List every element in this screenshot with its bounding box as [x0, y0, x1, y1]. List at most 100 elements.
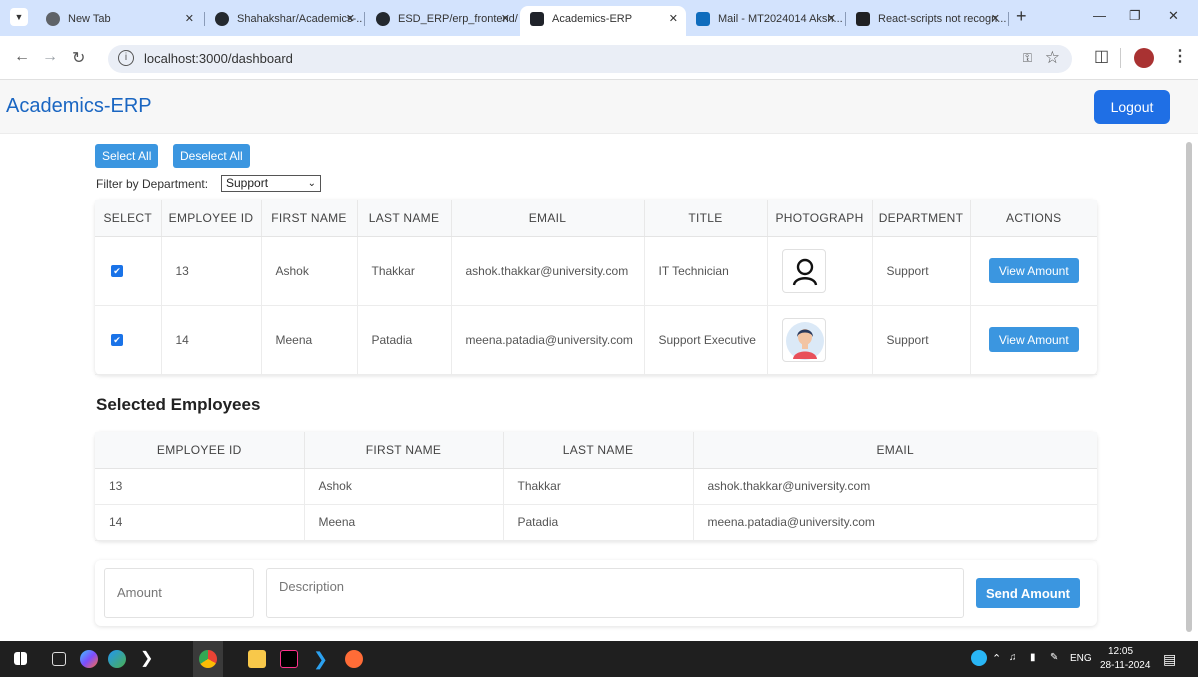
edge-icon[interactable] [108, 650, 126, 668]
jetbrains-icon[interactable] [280, 650, 298, 668]
employees-table: SELECT EMPLOYEE ID FIRST NAME LAST NAME … [95, 200, 1097, 375]
chevron-up-icon[interactable]: ⌃ [992, 652, 1001, 665]
last-name-cell: Thakkar [357, 236, 452, 306]
first-name-cell: Meena [261, 305, 358, 375]
select-all-button[interactable]: Select All [95, 144, 159, 168]
tab-label: New Tab [68, 13, 111, 25]
department-filter-select[interactable]: Support ⌄ [221, 175, 321, 192]
close-icon[interactable]: ✕ [827, 6, 836, 32]
browser-toolbar: ← → ↻ i localhost:3000/dashboard ⚿ ☆ ◫ ⋮ [0, 36, 1198, 80]
email-cell: meena.patadia@university.com [451, 305, 645, 375]
password-key-icon[interactable]: ⚿ [1023, 51, 1032, 66]
speaker-icon[interactable]: ♫ [1009, 652, 1017, 663]
woman-avatar-icon [781, 317, 826, 362]
filter-label: Filter by Department: [96, 177, 209, 191]
select-cell: ✔ [95, 305, 162, 375]
column-header: EMAIL [693, 432, 1097, 469]
tab-github-academics[interactable]: Shahakshar/Academics-... ✕ [205, 6, 363, 36]
minimize-icon[interactable]: — [1093, 8, 1106, 23]
photograph-cell [767, 236, 873, 306]
tab-search-icon[interactable]: ▼ [10, 8, 28, 26]
help-circle-icon[interactable] [971, 650, 987, 666]
profile-avatar-icon[interactable] [1134, 48, 1154, 68]
deselect-all-button[interactable]: Deselect All [173, 144, 250, 168]
select-cell: ✔ [95, 236, 162, 306]
logout-button[interactable]: Logout [1094, 90, 1170, 124]
window-close-icon[interactable]: ✕ [1168, 8, 1179, 24]
title-cell: IT Technician [644, 236, 768, 306]
employee-id-cell: 14 [95, 504, 305, 541]
view-amount-button[interactable]: View Amount [988, 258, 1079, 283]
last-name-cell: Thakkar [503, 468, 694, 505]
postman-icon[interactable] [345, 650, 363, 668]
column-header: DEPARTMENT [872, 200, 971, 237]
column-header: PHOTOGRAPH [767, 200, 873, 237]
tab-divider [364, 12, 365, 26]
github-icon [215, 12, 229, 26]
person-outline-icon [781, 248, 826, 293]
main-content: Select All Deselect All Filter by Depart… [0, 134, 1198, 641]
close-icon[interactable]: ✕ [501, 6, 510, 32]
selected-employees-heading: Selected Employees [96, 395, 261, 414]
send-amount-button[interactable]: Send Amount [976, 578, 1080, 608]
tab-label: Mail - MT2024014 Aksh... [718, 13, 843, 25]
battery-icon[interactable]: ▮ [1030, 652, 1036, 663]
column-header: SELECT [95, 200, 162, 237]
new-tab-plus-icon[interactable]: + [1016, 6, 1027, 27]
tab-label: Shahakshar/Academics-... [237, 13, 363, 25]
pen-icon[interactable]: ✎ [1050, 652, 1058, 663]
selected-employees-card: EMPLOYEE ID FIRST NAME LAST NAME EMAIL 1… [95, 432, 1097, 541]
select-checkbox[interactable]: ✔ [111, 334, 123, 347]
select-checkbox[interactable]: ✔ [111, 265, 123, 278]
terminal-icon[interactable]: ❯ [140, 650, 153, 668]
chevron-down-icon: ⌄ [307, 178, 316, 189]
reload-icon[interactable]: ↻ [72, 48, 85, 68]
restore-icon[interactable]: ❐ [1129, 8, 1141, 24]
close-icon[interactable]: ✕ [185, 6, 194, 32]
back-arrow-icon[interactable]: ← [14, 48, 30, 66]
task-view-icon[interactable] [52, 652, 66, 666]
department-cell: Support [872, 236, 971, 306]
close-icon[interactable]: ✕ [346, 6, 355, 32]
vscode-icon[interactable]: ❯ [313, 650, 331, 668]
openai-icon [856, 12, 870, 26]
file-explorer-icon[interactable] [248, 650, 266, 668]
amount-input[interactable]: Amount [104, 568, 254, 618]
column-header: TITLE [644, 200, 768, 237]
chrome-taskbar-icon[interactable] [199, 650, 217, 668]
column-header: FIRST NAME [261, 200, 358, 237]
actions-cell: View Amount [970, 236, 1097, 306]
column-header: ACTIONS [970, 200, 1097, 237]
close-icon[interactable]: ✕ [991, 6, 1000, 32]
clock-date[interactable]: 28-11-2024 [1100, 660, 1150, 671]
tab-github-erp-frontend[interactable]: ESD_ERP/erp_frontend/... ✕ [366, 6, 518, 36]
email-cell: ashok.thakkar@university.com [693, 468, 1097, 505]
tab-chatgpt[interactable]: React-scripts not recogn... ✕ [846, 6, 1008, 36]
scrollbar[interactable] [1186, 142, 1192, 632]
site-info-icon[interactable]: i [118, 50, 134, 66]
copilot-icon[interactable] [80, 650, 98, 668]
last-name-cell: Patadia [503, 504, 694, 541]
employee-id-cell: 14 [161, 305, 262, 375]
bookmark-star-icon[interactable]: ☆ [1045, 48, 1060, 68]
menu-kebab-icon[interactable]: ⋮ [1172, 46, 1188, 66]
view-amount-button[interactable]: View Amount [988, 327, 1079, 352]
employees-table-card: SELECT EMPLOYEE ID FIRST NAME LAST NAME … [95, 200, 1097, 375]
tab-outlook-mail[interactable]: Mail - MT2024014 Aksh... ✕ [686, 6, 844, 36]
tab-academics-erp[interactable]: Academics-ERP ✕ [520, 6, 686, 36]
language-indicator[interactable]: ENG [1070, 653, 1092, 664]
description-textarea[interactable]: Description [266, 568, 964, 618]
tab-new-tab[interactable]: New Tab ✕ [36, 6, 202, 36]
app-title: Academics-ERP [6, 95, 152, 117]
selected-employees-table: EMPLOYEE ID FIRST NAME LAST NAME EMAIL 1… [95, 432, 1097, 541]
url-text[interactable]: localhost:3000/dashboard [144, 51, 293, 66]
address-bar[interactable]: i localhost:3000/dashboard ⚿ ☆ [108, 45, 1072, 73]
windows-start-icon[interactable] [14, 652, 27, 665]
extensions-puzzle-icon[interactable]: ◫ [1094, 46, 1109, 66]
forward-arrow-icon[interactable]: → [42, 48, 58, 66]
notifications-icon[interactable]: ▤ [1163, 651, 1176, 668]
close-icon[interactable]: ✕ [669, 6, 678, 32]
column-header: LAST NAME [503, 432, 694, 469]
clock-time[interactable]: 12:05 [1108, 646, 1133, 657]
actions-cell: View Amount [970, 305, 1097, 375]
